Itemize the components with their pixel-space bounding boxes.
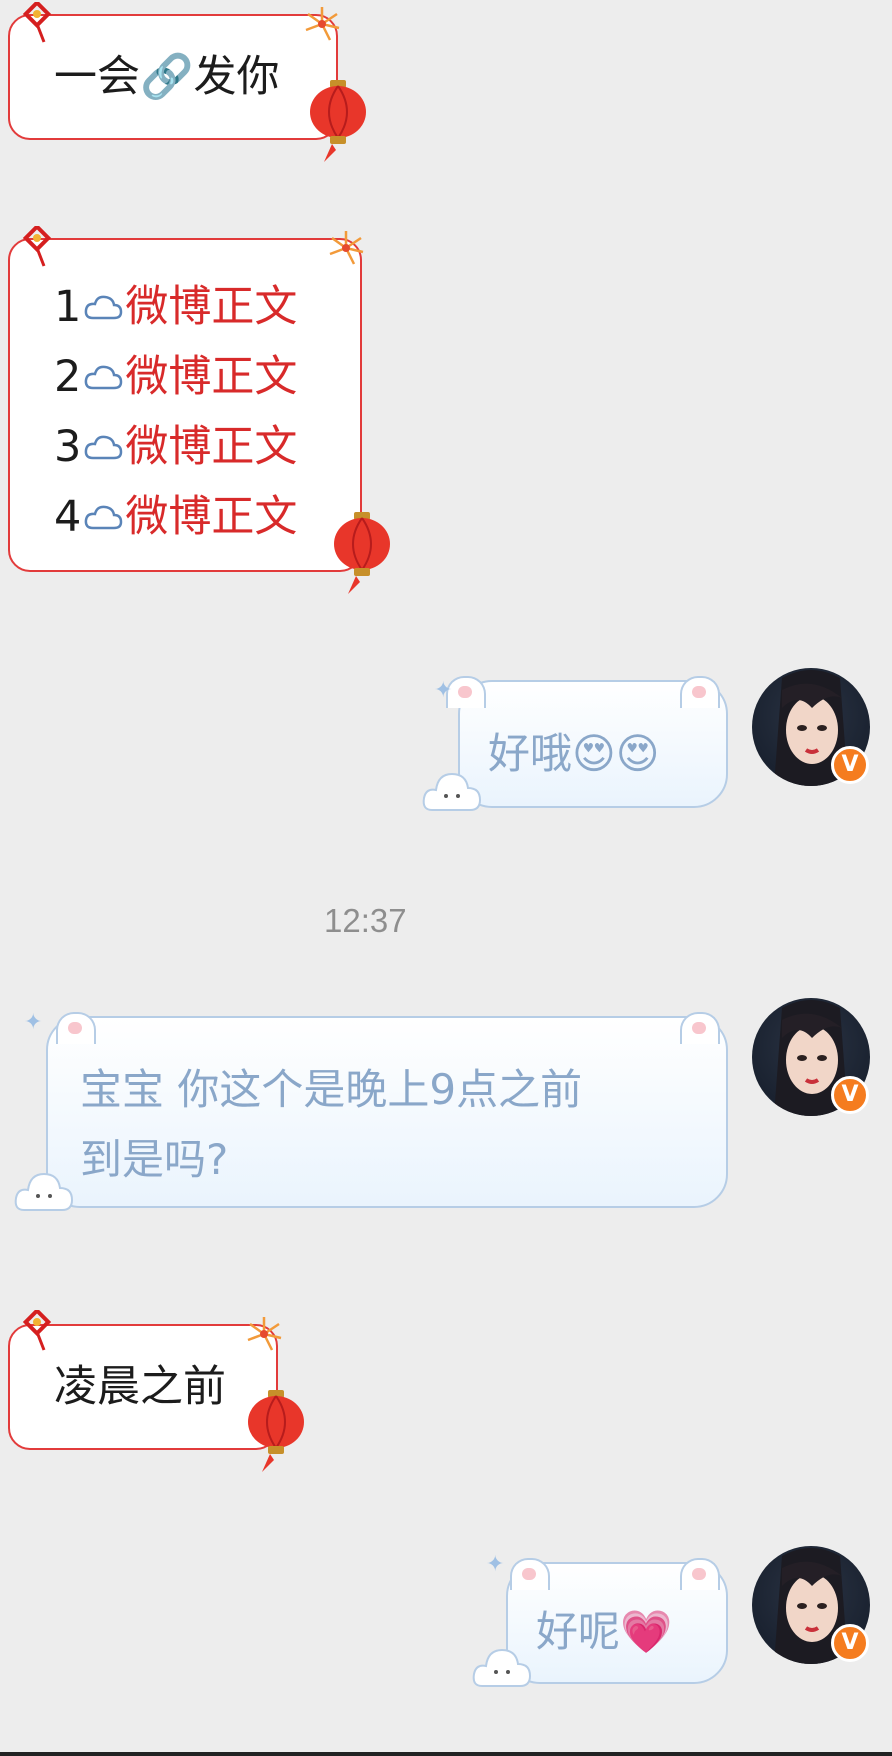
- bubble-ear: [510, 1558, 550, 1590]
- outgoing-message-bubble[interactable]: 宝宝 你这个是晚上9点之前 到是吗?: [46, 1016, 728, 1208]
- verified-badge-icon: V: [831, 1076, 869, 1114]
- list-item[interactable]: 3 微博正文: [54, 412, 297, 482]
- message-text: 到是吗?: [80, 1135, 229, 1184]
- bubble-ear: [680, 676, 720, 708]
- lantern-icon: [248, 1390, 304, 1472]
- firework-icon: [247, 1317, 282, 1351]
- message-text: 凌晨之前: [54, 1362, 226, 1412]
- verified-badge-icon: V: [831, 1624, 869, 1662]
- list-number: 1: [54, 282, 82, 332]
- weibo-post-link[interactable]: 微博正文: [125, 272, 297, 342]
- weibo-post-link[interactable]: 微博正文: [125, 482, 297, 552]
- lantern-icon: [310, 80, 366, 162]
- list-item[interactable]: 4 微博正文: [54, 482, 297, 552]
- bubble-ear: [680, 1558, 720, 1590]
- lantern-icon: [334, 512, 390, 594]
- message-text: 一会🔗发你: [54, 52, 280, 102]
- weibo-cloud-icon: [85, 435, 123, 460]
- sparkle-icon: ✦: [434, 678, 453, 703]
- weibo-post-link[interactable]: 微博正文: [125, 412, 297, 482]
- list-number: 3: [54, 422, 82, 472]
- list-number: 4: [54, 492, 82, 542]
- message-text: 好哦😍😍: [488, 729, 660, 778]
- chinese-knot-icon: [22, 1310, 52, 1351]
- firework-icon: [305, 7, 340, 41]
- cloud-mascot-icon: [472, 1648, 532, 1687]
- list-item[interactable]: 2 微博正文: [54, 342, 297, 412]
- message-text: 好呢💗: [536, 1607, 673, 1656]
- weibo-cloud-icon: [85, 295, 123, 320]
- list-item[interactable]: 1 微博正文: [54, 272, 297, 342]
- sparkle-icon: ✦: [486, 1552, 505, 1577]
- verified-badge-icon: V: [831, 746, 869, 784]
- weibo-cloud-icon: [85, 365, 123, 390]
- cloud-mascot-icon: [14, 1172, 74, 1211]
- weibo-post-link[interactable]: 微博正文: [125, 342, 297, 412]
- weibo-cloud-icon: [85, 505, 123, 530]
- list-number: 2: [54, 352, 82, 402]
- incoming-message-bubble: 1 微博正文 2 微博正文 3 微博正文 4 微博正文: [8, 238, 362, 572]
- bubble-ear: [680, 1012, 720, 1044]
- message-text: 宝宝 你这个是晚上9点之前: [80, 1065, 583, 1114]
- message-timestamp: 12:37: [324, 902, 407, 939]
- cloud-mascot-icon: [422, 772, 482, 811]
- sparkle-icon: ✦: [24, 1010, 43, 1035]
- chinese-knot-icon: [22, 226, 52, 267]
- bubble-ear: [56, 1012, 96, 1044]
- bottom-divider: [0, 1752, 892, 1756]
- chinese-knot-icon: [22, 2, 52, 43]
- firework-icon: [329, 231, 364, 265]
